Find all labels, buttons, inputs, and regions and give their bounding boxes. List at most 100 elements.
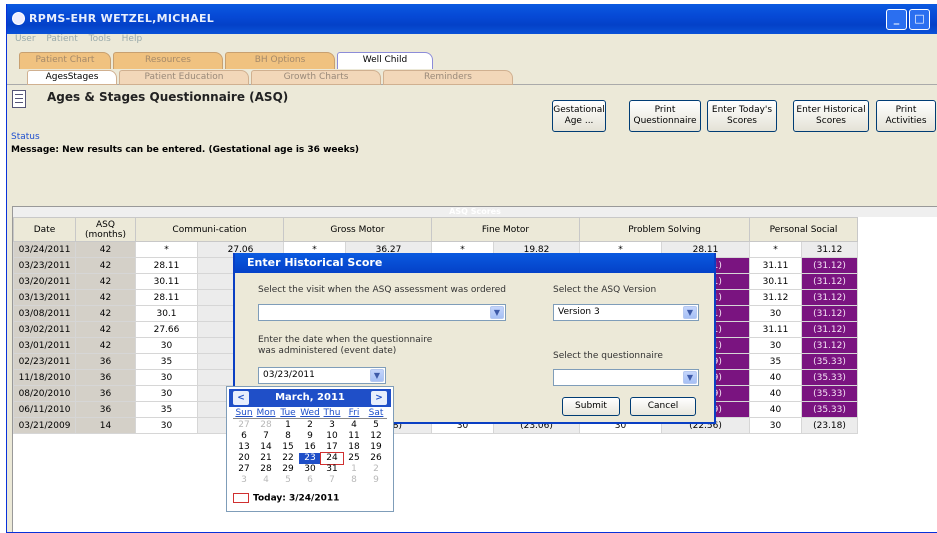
calendar-day[interactable]: 5 <box>365 420 387 431</box>
calendar-day[interactable]: 28 <box>255 420 277 431</box>
tab-agesstages[interactable]: AgesStages <box>27 70 117 85</box>
submit-button[interactable]: Submit <box>562 397 620 416</box>
status-message: Message: New results can be entered. (Ge… <box>11 145 360 155</box>
calendar-day[interactable]: 13 <box>233 442 255 453</box>
table-cell: 03/13/2011 <box>13 289 76 306</box>
calendar-day[interactable]: 7 <box>255 431 277 442</box>
calendar-day[interactable]: 20 <box>233 453 255 464</box>
calendar-day[interactable]: 31 <box>321 464 343 475</box>
menu-user[interactable]: User <box>15 34 36 44</box>
tab-resources[interactable]: Resources <box>113 52 223 69</box>
calendar-day[interactable]: 26 <box>365 453 387 464</box>
print-activities-button[interactable]: Print Activities <box>876 100 936 132</box>
chevron-down-icon[interactable]: ▼ <box>370 369 384 382</box>
table-cell: 40 <box>749 369 802 386</box>
calendar-day[interactable]: 8 <box>277 431 299 442</box>
calendar-day[interactable]: 25 <box>343 453 365 464</box>
enter-historical-scores-button[interactable]: Enter Historical Scores <box>793 100 869 132</box>
calendar-today-label: Today: 3/24/2011 <box>253 493 340 504</box>
calendar-day[interactable]: 3 <box>321 420 343 431</box>
calendar-day[interactable]: 4 <box>343 420 365 431</box>
table-cell: 30 <box>749 305 802 322</box>
chevron-down-icon[interactable]: ▼ <box>683 371 697 384</box>
chevron-down-icon[interactable]: ▼ <box>490 306 504 319</box>
table-cell: 40 <box>749 401 802 418</box>
calendar-day[interactable]: 5 <box>277 475 299 486</box>
calendar-day[interactable]: 17 <box>321 442 343 453</box>
grid-header-cell[interactable]: ASQ (months) <box>75 217 136 242</box>
tab-patient-chart[interactable]: Patient Chart <box>19 52 111 69</box>
enter-todays-scores-button[interactable]: Enter Today's Scores <box>707 100 777 132</box>
calendar-today-link[interactable]: Today: 3/24/2011 <box>233 493 339 504</box>
table-cell: (35.33) <box>801 385 858 402</box>
calendar-day[interactable]: 27 <box>233 420 255 431</box>
calendar-day[interactable]: 14 <box>255 442 277 453</box>
calendar-day[interactable]: 2 <box>299 420 321 431</box>
table-cell: 42 <box>75 257 136 274</box>
calendar-day[interactable]: 1 <box>343 464 365 475</box>
calendar-day[interactable]: 2 <box>365 464 387 475</box>
table-cell: 31.11 <box>749 257 802 274</box>
calendar-day[interactable]: 22 <box>277 453 299 464</box>
grid-header-cell[interactable]: Fine Motor <box>431 217 580 242</box>
tab-well-child[interactable]: Well Child <box>337 52 433 69</box>
table-cell: 35 <box>135 353 198 370</box>
calendar-day[interactable]: 6 <box>299 475 321 486</box>
calendar-day[interactable]: 23 <box>299 453 321 464</box>
calendar-day[interactable]: 16 <box>299 442 321 453</box>
questionnaire-label: Select the questionnaire <box>553 351 663 361</box>
calendar-day[interactable]: 24 <box>320 452 344 465</box>
tab-reminders[interactable]: Reminders <box>383 70 513 85</box>
tab-bh-options[interactable]: BH Options <box>225 52 335 69</box>
table-cell: 36 <box>75 385 136 402</box>
maximize-icon[interactable]: □ <box>909 9 930 30</box>
table-cell: 42 <box>75 241 136 258</box>
chevron-down-icon[interactable]: ▼ <box>683 306 697 319</box>
chevron-left-icon[interactable]: < <box>233 391 249 405</box>
calendar-day[interactable]: 15 <box>277 442 299 453</box>
print-questionnaire-button[interactable]: Print Questionnaire <box>629 100 701 132</box>
grid-header-cell[interactable]: Problem Solving <box>579 217 750 242</box>
calendar-day[interactable]: 29 <box>277 464 299 475</box>
table-cell: 42 <box>75 337 136 354</box>
calendar-day[interactable]: 6 <box>233 431 255 442</box>
menu-help[interactable]: Help <box>122 34 143 44</box>
version-select[interactable]: Version 3 ▼ <box>553 304 699 321</box>
visit-select[interactable]: ▼ <box>258 304 506 321</box>
calendar-day[interactable]: 4 <box>255 475 277 486</box>
chevron-right-icon[interactable]: > <box>371 391 387 405</box>
menu-patient[interactable]: Patient <box>46 34 77 44</box>
calendar-day[interactable]: 27 <box>233 464 255 475</box>
calendar-day[interactable]: 21 <box>255 453 277 464</box>
calendar-day[interactable]: 12 <box>365 431 387 442</box>
menu-tools[interactable]: Tools <box>89 34 111 44</box>
table-cell: 30 <box>749 337 802 354</box>
grid-header-cell[interactable]: Personal Social <box>749 217 858 242</box>
calendar-day[interactable]: 30 <box>299 464 321 475</box>
tab-growth-charts[interactable]: Growth Charts <box>251 70 381 85</box>
gestational-age-button[interactable]: Gestational Age ... <box>552 100 606 132</box>
grid-header-cell[interactable]: Gross Motor <box>283 217 432 242</box>
calendar-day[interactable]: 9 <box>365 475 387 486</box>
title-bar[interactable]: RPMS-EHR WETZEL,MICHAEL _ □ <box>7 4 937 34</box>
calendar-dropdown: < March, 2011 > Sun Mon Tue Wed Thu Fri Sat 27… <box>226 386 394 512</box>
calendar-day[interactable]: 28 <box>255 464 277 475</box>
cancel-button[interactable]: Cancel <box>630 397 696 416</box>
minimize-icon[interactable]: _ <box>886 9 907 30</box>
calendar-weekday: Sat <box>368 408 384 418</box>
grid-header-cell[interactable]: Communi-cation <box>135 217 284 242</box>
calendar-day[interactable]: 3 <box>233 475 255 486</box>
event-date-picker[interactable]: 03/23/2011 ▼ <box>258 367 386 384</box>
calendar-day[interactable]: 9 <box>299 431 321 442</box>
calendar-day[interactable]: 1 <box>277 420 299 431</box>
calendar-day[interactable]: 19 <box>365 442 387 453</box>
calendar-day[interactable]: 18 <box>343 442 365 453</box>
calendar-day[interactable]: 7 <box>321 475 343 486</box>
tab-patient-education[interactable]: Patient Education <box>119 70 249 85</box>
calendar-day[interactable]: 11 <box>343 431 365 442</box>
grid-header-cell[interactable]: Date <box>13 217 76 242</box>
calendar-day[interactable]: 10 <box>321 431 343 442</box>
calendar-day[interactable]: 8 <box>343 475 365 486</box>
questionnaire-select[interactable]: ▼ <box>553 369 699 386</box>
table-cell: (31.12) <box>801 305 858 322</box>
